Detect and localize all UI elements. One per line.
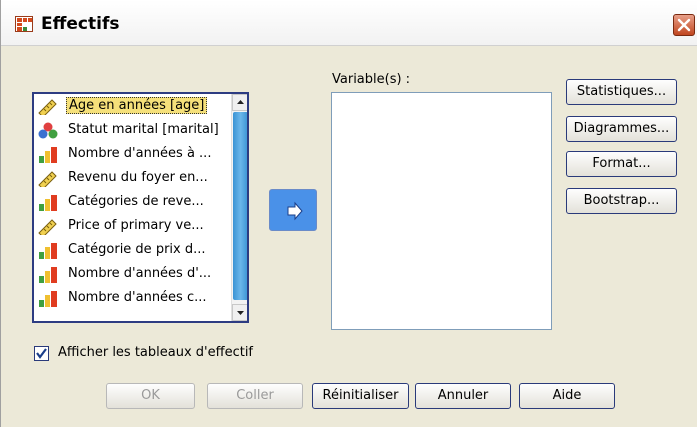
format-button[interactable]: Format...: [566, 151, 677, 177]
nominal-circles-icon: [38, 122, 58, 139]
ordinal-bars-icon: [38, 242, 58, 259]
scroll-thumb[interactable]: [233, 112, 247, 300]
checkmark-icon: [36, 348, 47, 359]
list-item[interactable]: Catégories de reve...: [34, 191, 230, 213]
list-item-label: Catégorie de prix d...: [68, 242, 206, 257]
list-item[interactable]: Price of primary ve...: [34, 215, 230, 238]
list-item-label: Revenu du foyer en...: [68, 170, 208, 185]
scroll-up-button[interactable]: [232, 94, 247, 111]
ruler-scale-icon: [38, 98, 58, 118]
bootstrap-button[interactable]: Bootstrap...: [566, 188, 677, 214]
cancel-button[interactable]: Annuler: [415, 383, 511, 409]
list-item[interactable]: Nombre d'années à ...: [34, 143, 230, 165]
variables-label: Variable(s) :: [332, 72, 411, 87]
ordinal-bars-icon: [38, 146, 58, 163]
paste-button[interactable]: Coller: [207, 383, 303, 409]
list-item[interactable]: Age en années [age]: [34, 95, 230, 118]
table-icon: [15, 16, 33, 32]
list-item[interactable]: Catégorie de prix d...: [34, 239, 230, 261]
list-item[interactable]: Revenu du foyer en...: [34, 167, 230, 190]
list-item-label: Price of primary ve...: [68, 218, 204, 233]
list-scrollbar[interactable]: [231, 94, 247, 321]
display-tables-label: Afficher les tableaux d'effectif: [58, 345, 254, 360]
source-variable-list[interactable]: Nombre d'années c... Nombre d'années d'..…: [32, 92, 249, 323]
move-to-variables-button[interactable]: [269, 189, 317, 231]
list-item[interactable]: Statut marital [marital]: [34, 119, 230, 141]
ordinal-bars-icon: [38, 290, 58, 307]
list-item-label: Age en années [age]: [66, 97, 208, 114]
scroll-down-button[interactable]: [232, 304, 247, 321]
list-item[interactable]: Nombre d'années c...: [34, 287, 230, 309]
list-item-label: Statut marital [marital]: [68, 122, 219, 137]
list-item-label: Nombre d'années d'...: [68, 266, 212, 281]
ordinal-bars-icon: [38, 266, 58, 283]
statistics-button[interactable]: Statistiques...: [566, 79, 677, 105]
window-title: Effectifs: [41, 14, 120, 34]
list-item-label: Catégories de reve...: [68, 194, 204, 209]
charts-button[interactable]: Diagrammes...: [566, 116, 677, 142]
close-button[interactable]: [673, 14, 695, 36]
title-bar: Effectifs: [1, 0, 697, 46]
ruler-scale-icon: [38, 218, 58, 238]
display-tables-checkbox[interactable]: [34, 346, 49, 361]
list-item-label: Nombre d'années à ...: [68, 146, 212, 161]
help-button[interactable]: Aide: [519, 383, 615, 409]
close-icon: [677, 18, 691, 32]
right-arrow-icon: [287, 201, 303, 221]
reset-button[interactable]: Réinitialiser: [312, 383, 409, 409]
list-item-label: Nombre d'années c...: [68, 290, 207, 305]
variables-list[interactable]: [331, 92, 552, 330]
list-item[interactable]: Nombre d'années d'...: [34, 263, 230, 285]
frequencies-dialog: Effectifs Nombre d'années c... Nombre d'a…: [0, 0, 697, 427]
ok-button[interactable]: OK: [106, 383, 195, 409]
ordinal-bars-icon: [38, 194, 58, 211]
ruler-scale-icon: [38, 170, 58, 190]
